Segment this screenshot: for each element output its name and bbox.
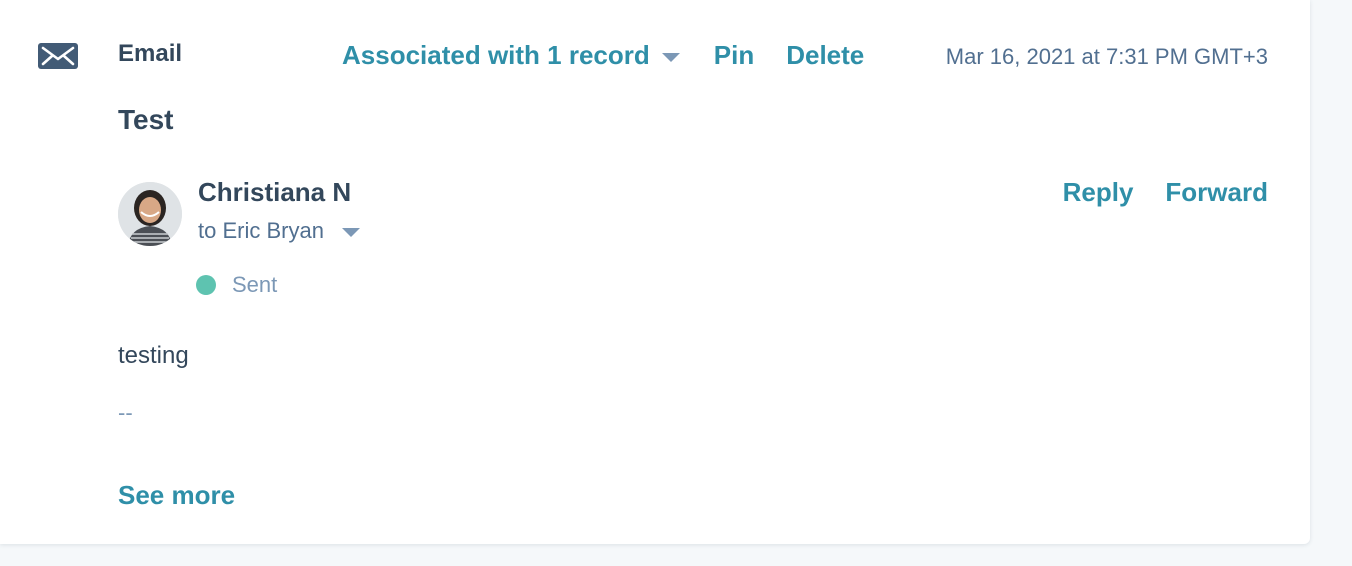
status-label: Sent xyxy=(232,272,278,297)
reply-button[interactable]: Reply xyxy=(1063,177,1134,208)
email-body: testing xyxy=(118,342,189,369)
associations-dropdown[interactable]: Associated with 1 record xyxy=(342,40,680,71)
associations-label: Associated with 1 record xyxy=(342,40,650,70)
pin-button[interactable]: Pin xyxy=(714,40,754,71)
email-signature: -- xyxy=(118,400,133,425)
caret-down-icon xyxy=(341,228,360,237)
email-subject: Test xyxy=(118,104,174,135)
activity-header-actions: Associated with 1 record Pin Delete xyxy=(342,40,864,71)
avatar-photo xyxy=(118,182,182,246)
email-status: Sent xyxy=(196,272,277,298)
activity-timestamp: Mar 16, 2021 at 7:31 PM GMT+3 xyxy=(945,44,1268,69)
caret-down-icon xyxy=(661,52,680,62)
email-actions: Reply Forward xyxy=(1063,177,1268,208)
envelope-icon xyxy=(38,43,78,69)
sender-name: Christiana N xyxy=(198,177,352,207)
email-activity-card: Email Associated with 1 record Pin Delet… xyxy=(0,0,1310,544)
see-more-link[interactable]: See more xyxy=(118,480,235,511)
activity-type-label: Email xyxy=(118,40,183,67)
recipient-label: to Eric Bryan xyxy=(198,218,324,243)
recipient-dropdown[interactable]: to Eric Bryan xyxy=(198,218,360,244)
status-dot-icon xyxy=(196,275,216,295)
delete-button[interactable]: Delete xyxy=(786,40,864,71)
forward-button[interactable]: Forward xyxy=(1165,177,1268,208)
avatar xyxy=(118,182,182,246)
